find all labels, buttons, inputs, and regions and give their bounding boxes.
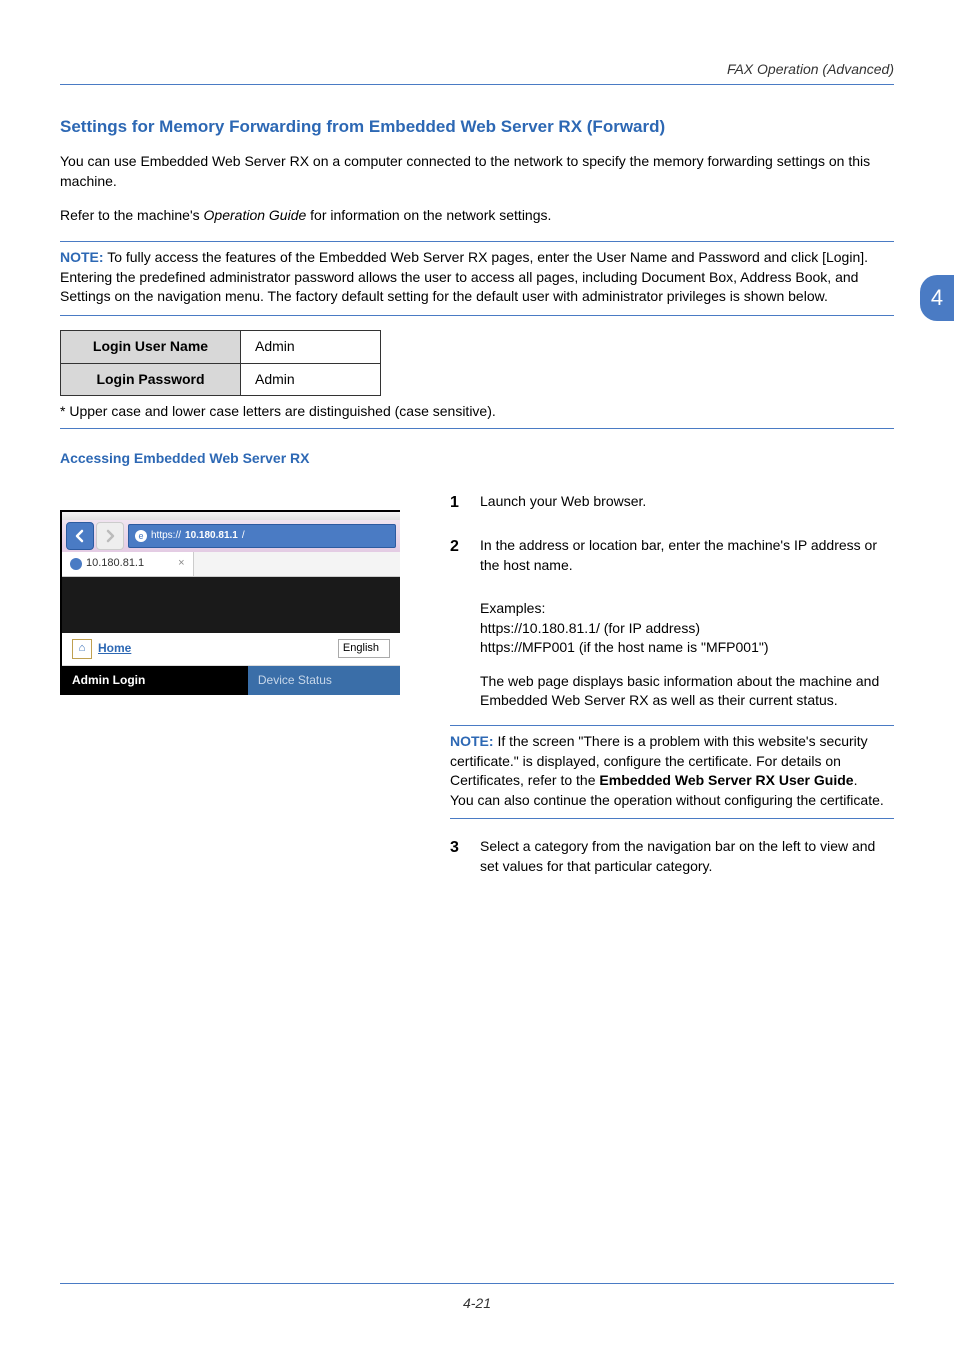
operation-guide-ref: Operation Guide	[204, 207, 307, 223]
step-2-para-2: The web page displays basic information …	[480, 672, 894, 711]
note-text-1: To fully access the features of the Embe…	[60, 249, 868, 304]
step-2-number: 2	[450, 536, 462, 585]
home-icon: ⌂	[72, 639, 92, 659]
admin-row: Admin Login Device Status	[62, 666, 400, 695]
note-block-1: NOTE: To fully access the features of th…	[60, 241, 894, 316]
browser-screenshot: e https:// 10.180.81.1 / 10.180.81.1 × ⌂	[60, 510, 400, 694]
page-number: 4-21	[60, 1283, 894, 1314]
arrow-right-icon	[103, 529, 117, 543]
note-label-2: NOTE:	[450, 733, 494, 749]
intro-para-2-pre: Refer to the machine's	[60, 207, 204, 223]
browser-content-dark	[62, 577, 400, 633]
tab-title: 10.180.81.1	[86, 556, 144, 571]
login-password-label: Login Password	[61, 363, 241, 396]
login-password-value: Admin	[241, 363, 381, 396]
browser-address-bar[interactable]: e https:// 10.180.81.1 /	[128, 524, 396, 548]
examples-label: Examples:	[480, 599, 894, 619]
admin-login-label[interactable]: Admin Login	[62, 666, 248, 695]
table-row: Login Password Admin	[61, 363, 381, 396]
globe-icon: e	[135, 530, 147, 542]
url-prefix: https://	[151, 529, 181, 543]
intro-para-1: You can use Embedded Web Server RX on a …	[60, 152, 894, 191]
intro-para-2-post: for information on the network settings.	[306, 207, 551, 223]
note-2-text-2: .	[854, 772, 858, 788]
step-3-text: Select a category from the navigation ba…	[480, 837, 894, 876]
case-sensitive-footnote: * Upper case and lower case letters are …	[60, 402, 894, 422]
intro-para-2: Refer to the machine's Operation Guide f…	[60, 206, 894, 226]
arrow-left-icon	[73, 529, 87, 543]
login-username-label: Login User Name	[61, 330, 241, 363]
chapter-tab: 4	[920, 275, 954, 321]
note-2-bold: Embedded Web Server RX User Guide	[599, 772, 853, 788]
browser-back-button[interactable]	[66, 522, 94, 550]
device-status-label: Device Status	[248, 666, 400, 695]
browser-nav-row: e https:// 10.180.81.1 /	[62, 520, 400, 552]
login-credentials-table: Login User Name Admin Login Password Adm…	[60, 330, 381, 396]
example-2: https://MFP001 (if the host name is "MFP…	[480, 638, 894, 658]
divider	[60, 428, 894, 429]
step-2-text: In the address or location bar, enter th…	[480, 536, 894, 575]
tab-favicon-icon	[70, 558, 82, 570]
browser-tab[interactable]: 10.180.81.1 ×	[62, 552, 194, 575]
step-1-number: 1	[450, 492, 462, 522]
step-1-text: Launch your Web browser.	[480, 492, 894, 512]
home-row: ⌂ Home English	[62, 633, 400, 666]
step-3-number: 3	[450, 837, 462, 886]
note-block-2: NOTE: If the screen "There is a problem …	[450, 725, 894, 819]
login-username-value: Admin	[241, 330, 381, 363]
tab-close-icon[interactable]: ×	[178, 556, 184, 571]
url-suffix: /	[242, 529, 245, 543]
home-link[interactable]: Home	[98, 640, 131, 657]
accessing-subheading: Accessing Embedded Web Server RX	[60, 449, 894, 469]
example-1: https://10.180.81.1/ (for IP address)	[480, 619, 894, 639]
browser-forward-button[interactable]	[96, 522, 124, 550]
language-select[interactable]: English	[338, 639, 390, 658]
note-2-text-3: You can also continue the operation with…	[450, 791, 894, 811]
browser-tab-row: 10.180.81.1 ×	[62, 552, 400, 576]
section-title: Settings for Memory Forwarding from Embe…	[60, 115, 894, 139]
note-label: NOTE:	[60, 249, 104, 265]
url-host: 10.180.81.1	[185, 529, 238, 543]
table-row: Login User Name Admin	[61, 330, 381, 363]
running-head: FAX Operation (Advanced)	[60, 60, 894, 85]
